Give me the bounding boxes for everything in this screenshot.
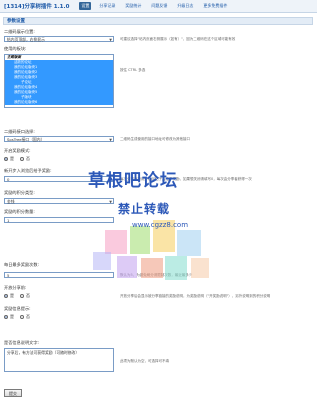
reward-info-no-radio[interactable] bbox=[20, 315, 24, 319]
qr-position-select[interactable]: 帖内页顶部，右侧显示 ▼ bbox=[4, 36, 114, 42]
tab-changelog[interactable]: 升级日志 bbox=[175, 2, 195, 10]
tab-reward-stats[interactable]: 奖励统计 bbox=[123, 2, 143, 10]
radio-label: 是 bbox=[10, 156, 14, 161]
nav-tabs: 设置 分享记录 奖励统计 问题反馈 升级日志 更多免费插件 bbox=[79, 2, 235, 10]
forums-label: 使用的板块: bbox=[4, 46, 27, 51]
tab-settings[interactable]: 设置 bbox=[79, 2, 92, 10]
qr-api-label: 二维码接口选择: bbox=[4, 129, 35, 134]
chevron-down-icon: ▼ bbox=[109, 38, 112, 42]
qr-position-label: 二维码展示位置: bbox=[4, 29, 35, 34]
radio-label: 否 bbox=[26, 156, 30, 161]
reward-type-label: 奖励的积分类型: bbox=[4, 190, 35, 195]
share-open-no-radio[interactable] bbox=[20, 294, 24, 298]
watermark-url: www.cgzz8.com bbox=[132, 221, 189, 229]
qr-position-value: 帖内页顶部，右侧显示 bbox=[7, 37, 45, 42]
watermark-title: 草根吧论坛 bbox=[88, 171, 178, 191]
share-text-value: 分享后，有方法可获得奖励（可随时修改） bbox=[4, 348, 114, 372]
radio-label: 是 bbox=[10, 314, 14, 319]
chevron-down-icon: ▼ bbox=[109, 138, 112, 142]
forums-tip: 按住 CTRL 多选 bbox=[120, 68, 146, 72]
qr-api-select[interactable]: SosTree接口（国内） ▼ bbox=[4, 136, 114, 142]
reward-type-value: 金钱 bbox=[7, 199, 15, 204]
tab-more-plugins[interactable]: 更多免费插件 bbox=[201, 2, 229, 10]
share-text-tip: 此项为默认为空，可选择可不填 bbox=[120, 359, 169, 363]
radio-label: 是 bbox=[10, 293, 14, 298]
reward-mode-radios: 是 否 bbox=[4, 156, 36, 162]
tab-share-records[interactable]: 分享记录 bbox=[97, 2, 117, 10]
list-item[interactable]: 我的论坛版块6 bbox=[5, 100, 113, 105]
reward-mode-no-radio[interactable] bbox=[20, 157, 24, 161]
qr-position-tip: 可建议选择"帖内页面右侧展示（如有）"，因为二维码在这个区域可能有效 bbox=[120, 37, 236, 41]
reward-info-label: 奖励信息提示: bbox=[4, 306, 31, 311]
watermark-subtitle: 禁止转载 bbox=[118, 202, 171, 216]
reward-mode-yes-radio[interactable] bbox=[4, 157, 8, 161]
reward-amount-label: 奖励的积分数量: bbox=[4, 209, 35, 214]
share-open-label: 开放分享前: bbox=[4, 285, 27, 290]
share-open-radios: 是 否 bbox=[4, 293, 36, 299]
plugin-title: [1314]分享树插件 1.1.0 bbox=[4, 4, 70, 10]
new-user-reward-label: 新开步入浏览后给予奖励: bbox=[4, 168, 52, 173]
tab-feedback[interactable]: 问题反馈 bbox=[149, 2, 169, 10]
daily-limit-label: 每日最多奖励次数: bbox=[4, 262, 39, 267]
share-text-area[interactable]: 分享后，有方法可获得奖励（可随时修改） bbox=[4, 348, 114, 372]
forums-listbox[interactable]: 主题版面 活跃的论坛 我的论坛版块1 我的论坛版块2 我的论坛版块3 子论坛 我… bbox=[4, 54, 114, 108]
reward-info-radios: 是 否 bbox=[4, 314, 36, 320]
radio-label: 否 bbox=[26, 314, 30, 319]
section-title: 参数设置 bbox=[3, 17, 313, 25]
submit-button[interactable]: 提交 bbox=[4, 389, 22, 397]
share-open-yes-radio[interactable] bbox=[4, 294, 8, 298]
top-bar: [1314]分享树插件 1.1.0 设置 分享记录 奖励统计 问题反馈 升级日志… bbox=[0, 0, 317, 13]
reward-mode-label: 开启奖励模式: bbox=[4, 148, 31, 153]
qr-api-tip: 二维码生成使用的接口地址可修改为其他接口 bbox=[120, 137, 190, 141]
radio-label: 否 bbox=[26, 293, 30, 298]
qr-api-value: SosTree接口（国内） bbox=[7, 137, 45, 142]
share-text-label: 是否信息说明文字: bbox=[4, 340, 39, 345]
reward-info-yes-radio[interactable] bbox=[4, 315, 8, 319]
